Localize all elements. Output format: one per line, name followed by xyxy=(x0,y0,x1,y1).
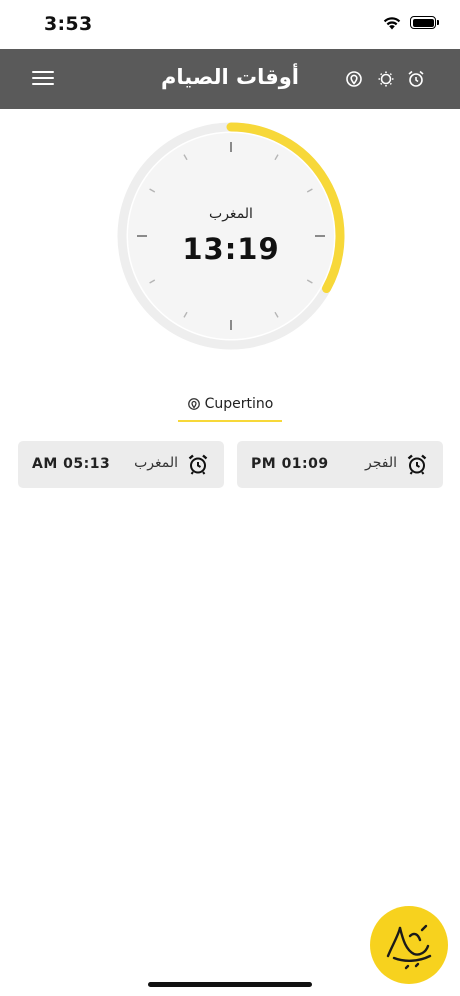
menu-icon-line xyxy=(32,83,54,85)
page-title: أوقات الصيام xyxy=(161,65,299,89)
status-icons xyxy=(382,15,439,30)
status-bar: 3:53 xyxy=(0,0,460,49)
calligraphy-logo-icon xyxy=(386,924,432,970)
status-time: 3:53 xyxy=(44,13,93,35)
menu-icon-line xyxy=(32,77,54,79)
alarm-clock-icon[interactable] xyxy=(186,452,210,476)
prayer-card-fajr[interactable]: PM 01:09 الفجر xyxy=(237,441,443,488)
location-row: Cupertino xyxy=(178,392,282,416)
dial-countdown: 13:19 xyxy=(182,232,280,266)
dial-prayer-label: المغرب xyxy=(209,206,253,222)
menu-icon-line xyxy=(32,71,54,73)
prayer-card-time: PM 01:09 xyxy=(251,456,329,472)
wifi-icon xyxy=(383,17,401,30)
menu-button[interactable] xyxy=(32,67,54,89)
battery-icon xyxy=(410,16,439,29)
prayer-card-label: الفجر xyxy=(365,455,397,471)
location-pin-icon xyxy=(187,398,200,410)
alarm-clock-icon[interactable] xyxy=(405,452,429,476)
home-indicator xyxy=(148,982,312,987)
prayer-card-time: AM 05:13 xyxy=(32,456,111,472)
location-tab[interactable]: Cupertino xyxy=(178,392,282,422)
app-logo[interactable] xyxy=(370,906,448,984)
prayer-card-maghrib[interactable]: AM 05:13 المغرب xyxy=(18,441,224,488)
app-header: أوقات الصيام xyxy=(0,49,460,109)
prayer-card-label: المغرب xyxy=(134,455,178,471)
location-tab-underline xyxy=(178,420,282,422)
location-city: Cupertino xyxy=(204,396,274,412)
